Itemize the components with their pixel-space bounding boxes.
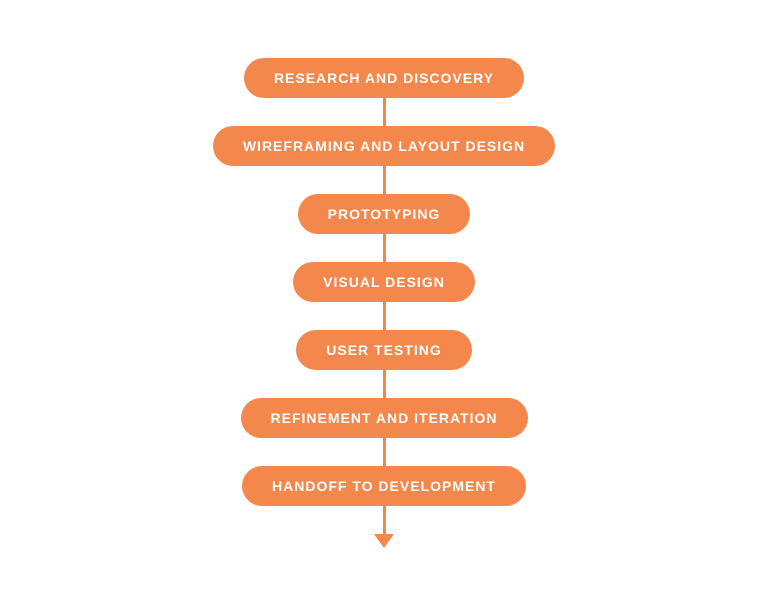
step-1: RESEARCH AND DISCOVERY xyxy=(244,58,524,98)
flow-diagram: RESEARCH AND DISCOVERY WIREFRAMING AND LA… xyxy=(213,38,555,568)
connector-line xyxy=(383,370,386,398)
connector-line xyxy=(383,234,386,262)
connector-line xyxy=(383,166,386,194)
final-connector xyxy=(383,506,386,534)
step-label: RESEARCH AND DISCOVERY xyxy=(244,58,524,98)
step-label: VISUAL DESIGN xyxy=(293,262,475,302)
step-6: REFINEMENT AND ITERATION xyxy=(241,398,528,438)
step-label: USER TESTING xyxy=(296,330,471,370)
step-2: WIREFRAMING AND LAYOUT DESIGN xyxy=(213,126,555,166)
connector-line xyxy=(383,98,386,126)
step-4: VISUAL DESIGN xyxy=(293,262,475,302)
step-3: PROTOTYPING xyxy=(298,194,471,234)
step-7: HANDOFF TO DEVELOPMENT xyxy=(242,466,526,506)
step-label: HANDOFF TO DEVELOPMENT xyxy=(242,466,526,506)
connector-line xyxy=(383,438,386,466)
arrow-down-icon xyxy=(374,534,394,548)
step-label: PROTOTYPING xyxy=(298,194,471,234)
step-label: REFINEMENT AND ITERATION xyxy=(241,398,528,438)
step-label: WIREFRAMING AND LAYOUT DESIGN xyxy=(213,126,555,166)
step-5: USER TESTING xyxy=(296,330,471,370)
connector-line xyxy=(383,302,386,330)
